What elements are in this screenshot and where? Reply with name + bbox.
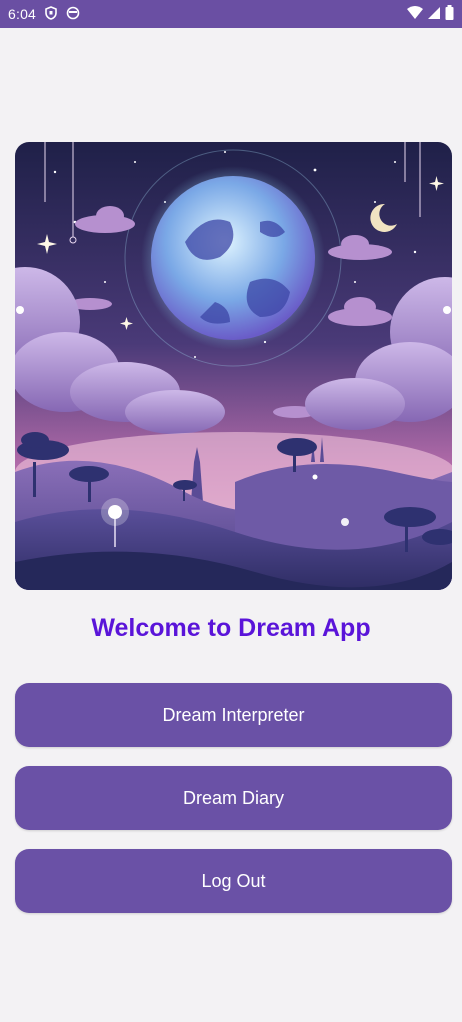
dream-illustration	[15, 142, 452, 590]
wifi-icon	[407, 5, 423, 23]
hero-image	[15, 142, 452, 590]
welcome-title: Welcome to Dream App	[91, 614, 371, 642]
battery-icon	[445, 5, 454, 23]
signal-icon	[427, 6, 441, 23]
shield-notification-icon	[44, 5, 58, 23]
status-time: 6:04	[8, 6, 37, 22]
status-bar: 6:04	[0, 0, 462, 28]
log-out-button[interactable]: Log Out	[15, 849, 452, 913]
dream-diary-button[interactable]: Dream Diary	[15, 766, 452, 830]
circle-notification-icon	[66, 6, 80, 23]
dream-interpreter-button[interactable]: Dream Interpreter	[15, 683, 452, 747]
